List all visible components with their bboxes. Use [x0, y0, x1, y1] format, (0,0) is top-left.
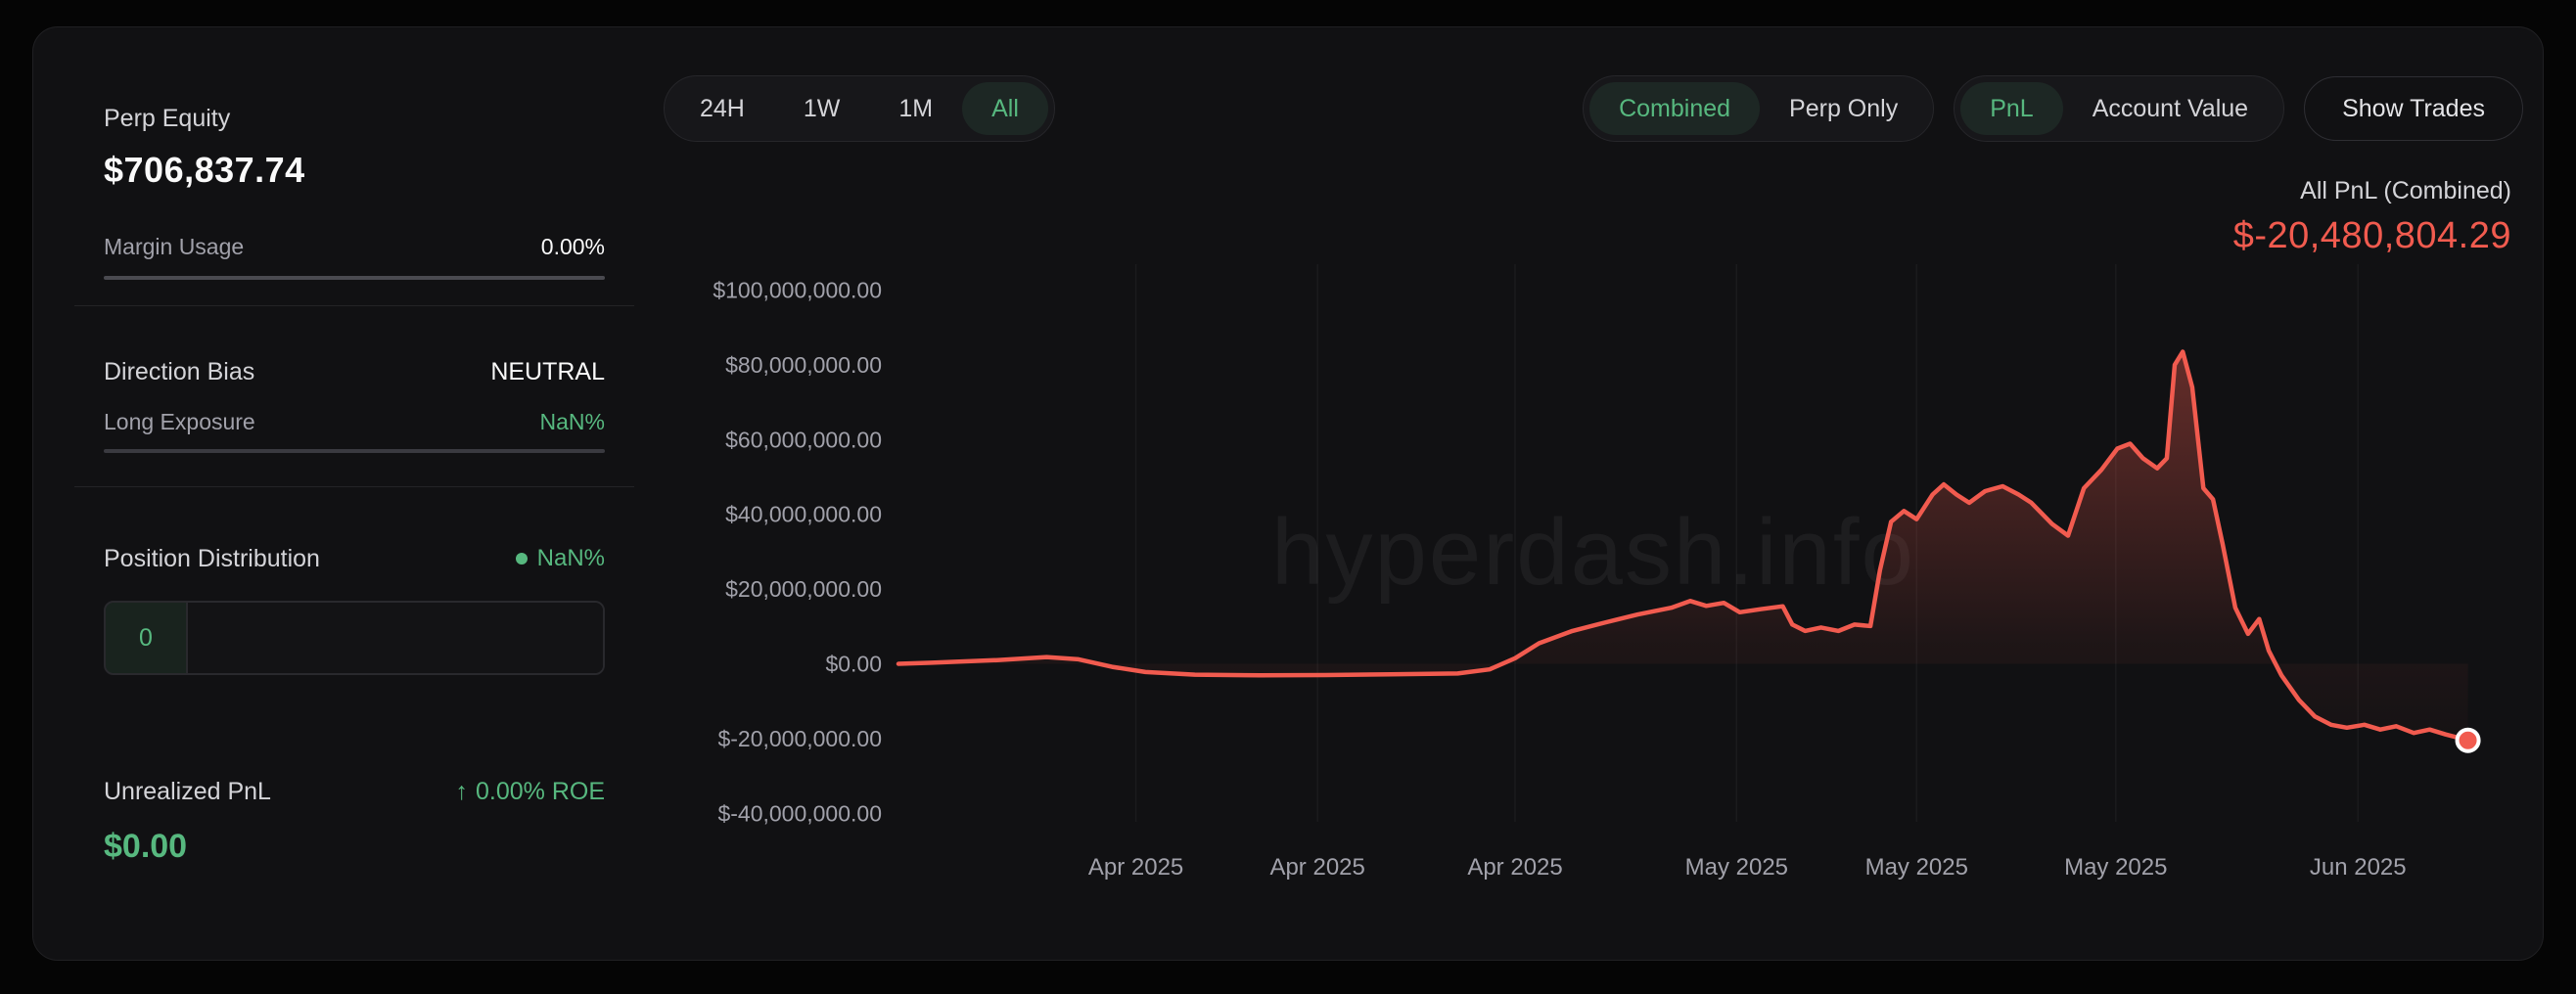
sidebar: Perp Equity $706,837.74 Margin Usage 0.0… — [33, 27, 605, 960]
y-axis-label: $100,000,000.00 — [713, 278, 882, 303]
direction-bias-label: Direction Bias — [104, 357, 254, 386]
direction-bias-block: Direction Bias NEUTRAL Long Exposure NaN… — [104, 357, 605, 453]
dashboard-card: Perp Equity $706,837.74 Margin Usage 0.0… — [32, 26, 2544, 961]
long-exposure-label: Long Exposure — [104, 408, 255, 435]
x-axis-label: May 2025 — [2064, 854, 2167, 881]
tab-perp-only[interactable]: Perp Only — [1760, 82, 1927, 135]
long-exposure-bar — [104, 449, 605, 453]
position-distribution-row: Position Distribution NaN% — [104, 544, 605, 573]
position-distribution-block: Position Distribution NaN% 0 — [104, 544, 605, 675]
pnl-summary-value: $-20,480,804.29 — [2233, 213, 2511, 258]
arrow-up-icon: ↑ — [455, 778, 468, 806]
y-axis-label: $0.00 — [825, 652, 882, 677]
y-axis-label: $40,000,000.00 — [725, 502, 882, 527]
position-distribution-empty — [188, 603, 603, 673]
position-distribution-badge: NaN% — [516, 545, 605, 572]
unrealized-pnl-label: Unrealized PnL — [104, 777, 271, 806]
mode-tabs: Combined Perp Only — [1583, 75, 1934, 142]
y-axis-label: $60,000,000.00 — [725, 427, 882, 452]
margin-usage-bar — [104, 276, 605, 280]
time-range-tabs: 24H 1W 1M All — [664, 75, 1055, 142]
unrealized-pnl-block: Unrealized PnL ↑ 0.00% ROE $0.00 — [104, 777, 605, 867]
perp-equity-block: Perp Equity $706,837.74 Margin Usage 0.0… — [104, 104, 605, 280]
perp-equity-value: $706,837.74 — [104, 149, 605, 192]
perp-equity-label: Perp Equity — [104, 104, 605, 133]
last-point-dot — [2458, 730, 2479, 751]
position-distribution-cell[interactable]: 0 — [106, 603, 188, 673]
unrealized-pnl-value: $0.00 — [104, 826, 605, 867]
x-axis-label: Apr 2025 — [1269, 854, 1364, 881]
x-axis-label: Apr 2025 — [1467, 854, 1562, 881]
tab-account-value[interactable]: Account Value — [2063, 82, 2277, 135]
pnl-chart-svg[interactable]: hyperdash.info $100,000,000.00 $80,000,000… — [664, 168, 2523, 931]
divider — [74, 486, 634, 487]
long-exposure-value: NaN% — [540, 409, 605, 435]
margin-usage-label: Margin Usage — [104, 233, 244, 260]
y-axis-label: $20,000,000.00 — [725, 576, 882, 602]
direction-bias-row: Direction Bias NEUTRAL — [104, 357, 605, 386]
pnl-summary: All PnL (Combined) $-20,480,804.29 — [2233, 176, 2511, 258]
margin-usage-value: 0.00% — [541, 233, 605, 260]
chart-panel: 24H 1W 1M All Combined Perp Only PnL Acc… — [605, 27, 2543, 960]
sidebar-content: Perp Equity $706,837.74 Margin Usage 0.0… — [104, 104, 605, 867]
divider — [74, 305, 634, 306]
y-axis-label: $-40,000,000.00 — [717, 800, 882, 826]
watermark-text: hyperdash.info — [1271, 500, 1915, 605]
y-axis-label: $-20,000,000.00 — [717, 726, 882, 751]
roe-badge: ↑ 0.00% ROE — [455, 778, 605, 806]
tab-all[interactable]: All — [962, 82, 1048, 135]
position-distribution-label: Position Distribution — [104, 544, 320, 573]
position-distribution-percent: NaN% — [537, 545, 605, 572]
x-axis-label: Apr 2025 — [1088, 854, 1183, 881]
long-exposure-row: Long Exposure NaN% — [104, 408, 605, 435]
roe-value: 0.00% ROE — [476, 778, 605, 806]
show-trades-button[interactable]: Show Trades — [2304, 76, 2523, 141]
tab-1m[interactable]: 1M — [869, 82, 962, 135]
chart-toolbar: 24H 1W 1M All Combined Perp Only PnL Acc… — [664, 75, 2523, 142]
tab-1w[interactable]: 1W — [774, 82, 870, 135]
x-axis-label: May 2025 — [1865, 854, 1968, 881]
green-dot-icon — [516, 553, 528, 565]
tab-pnl[interactable]: PnL — [1960, 82, 2062, 135]
direction-bias-value: NEUTRAL — [490, 358, 605, 386]
x-axis-label: Jun 2025 — [2310, 854, 2407, 881]
x-axis-label: May 2025 — [1685, 854, 1788, 881]
tab-combined[interactable]: Combined — [1589, 82, 1760, 135]
margin-usage-row: Margin Usage 0.00% — [104, 233, 605, 260]
unrealized-pnl-row: Unrealized PnL ↑ 0.00% ROE — [104, 777, 605, 806]
metric-tabs: PnL Account Value — [1954, 75, 2284, 142]
tab-24h[interactable]: 24H — [670, 82, 774, 135]
toolbar-right-controls: Combined Perp Only PnL Account Value Sho… — [1583, 75, 2523, 142]
y-axis-label: $80,000,000.00 — [725, 352, 882, 378]
position-distribution-box[interactable]: 0 — [104, 601, 605, 675]
pnl-chart[interactable]: hyperdash.info $100,000,000.00 $80,000,000… — [664, 168, 2523, 931]
pnl-summary-label: All PnL (Combined) — [2233, 176, 2511, 205]
